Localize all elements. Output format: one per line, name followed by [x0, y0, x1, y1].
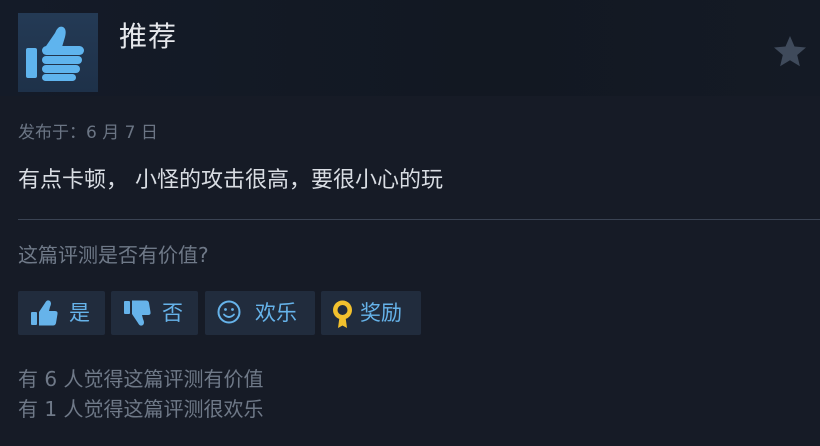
star-icon[interactable]: [772, 34, 808, 68]
award-label: 奖励: [360, 301, 402, 325]
vote-funny-button[interactable]: 欢乐: [205, 291, 315, 335]
vote-yes-label: 是: [69, 301, 90, 325]
recommendation-badge: [18, 13, 98, 92]
vote-yes-button[interactable]: 是: [18, 291, 105, 335]
thumbs-down-icon: [124, 300, 151, 326]
smiley-icon: [217, 300, 241, 324]
posted-date: 发布于：6 月 7 日: [18, 123, 158, 143]
review-verdict: 推荐: [119, 20, 178, 53]
review-card: 推荐 发布于：6 月 7 日 有点卡顿， 小怪的攻击很高，要很小心的玩 这篇评测…: [0, 0, 820, 446]
review-body: 有点卡顿， 小怪的攻击很高，要很小心的玩: [18, 168, 443, 193]
award-button[interactable]: 奖励: [321, 291, 421, 335]
thumbs-up-icon: [26, 26, 84, 81]
vote-funny-label: 欢乐: [255, 301, 297, 325]
helpful-question: 这篇评测是否有价值?: [18, 243, 209, 267]
vote-no-label: 否: [162, 301, 183, 325]
divider: [18, 219, 820, 220]
helpful-count-text: 有 6 人觉得这篇评测有价值: [18, 367, 264, 391]
vote-no-button[interactable]: 否: [111, 291, 198, 335]
funny-count-text: 有 1 人觉得这篇评测很欢乐: [18, 397, 264, 421]
thumbs-up-icon: [31, 300, 58, 326]
vote-stats: 有 6 人觉得这篇评测有价值 有 1 人觉得这篇评测很欢乐: [18, 364, 263, 424]
review-header: 推荐: [0, 0, 820, 96]
